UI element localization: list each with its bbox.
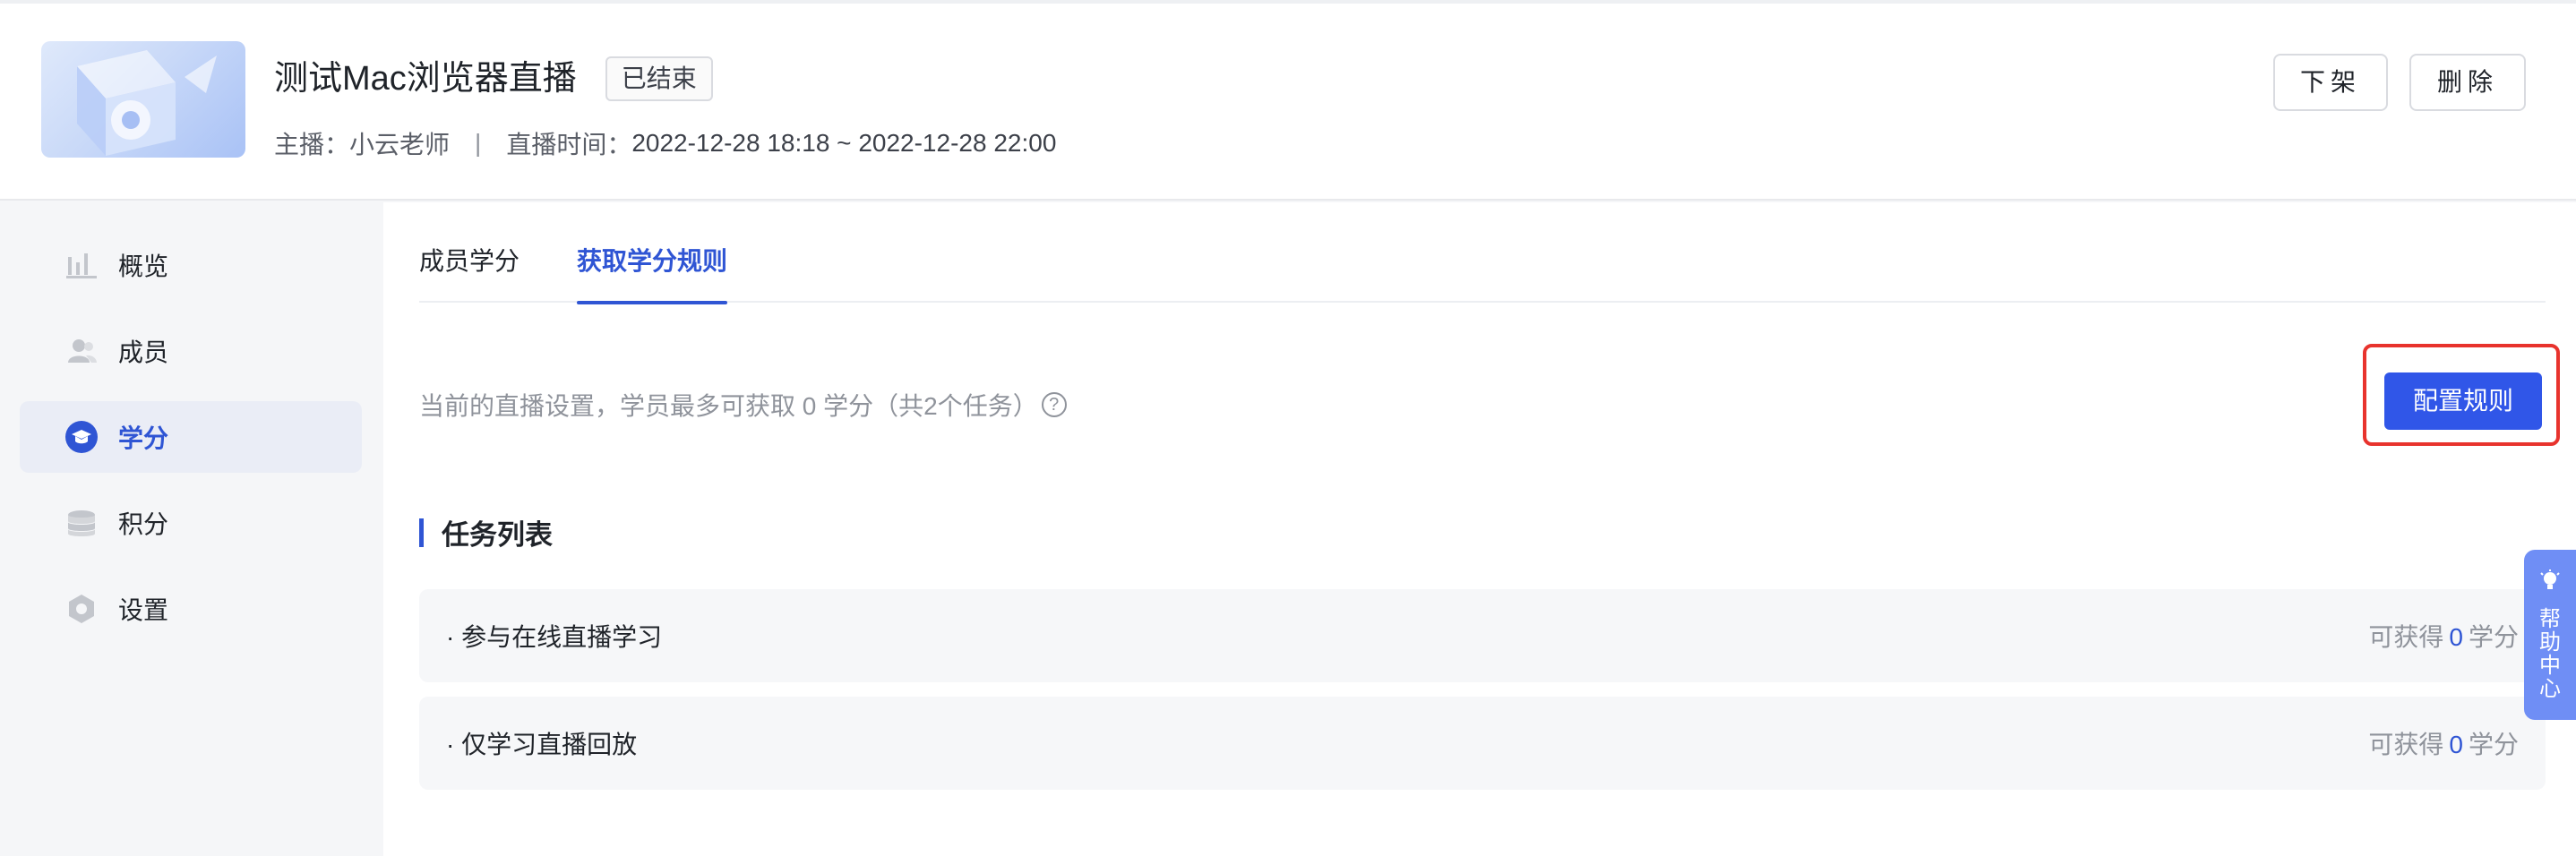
lightbulb-icon [2540,569,2560,597]
live-header: 测试Mac浏览器直播 已结束 主播： 小云老师 | 直播时间： 2022-12-… [0,0,2576,201]
reward-unit: 学分 [2468,731,2519,758]
tab-bar: 成员学分 获取学分规则 [419,202,2546,304]
task-item: · 参与在线直播学习 可获得 0 学分 [419,589,2546,682]
users-icon [64,334,99,368]
host-label: 主播： [274,131,350,158]
task-reward: 可获得 0 学分 [2368,618,2519,654]
sidebar-item-credits[interactable]: 学分 [20,401,362,473]
sidebar-item-overview[interactable]: 概览 [20,229,362,301]
help-center-tab[interactable]: 帮助中心 [2524,550,2576,720]
sidebar-item-label: 成员 [118,338,169,366]
page-title: 测试Mac浏览器直播 [274,60,577,98]
bar-chart-icon [64,248,99,282]
task-reward: 可获得 0 学分 [2368,725,2519,761]
host-name: 小云老师 [349,131,451,158]
heading-accent-bar [419,518,424,547]
task-list-heading: 任务列表 [419,512,553,552]
coin-stack-icon [64,506,99,540]
reward-prefix: 可获得 [2368,731,2444,758]
main-content: 成员学分 获取学分规则 当前的直播设置，学员最多可获取 0 学分（共2个任务） … [383,202,2576,856]
credit-summary-text: 当前的直播设置，学员最多可获取 0 学分（共2个任务） [419,392,1038,420]
delete-button[interactable]: 删除 [2409,54,2526,111]
credit-summary: 当前的直播设置，学员最多可获取 0 学分（共2个任务） ? [419,387,1067,423]
help-center-label: 帮助中心 [2539,607,2561,701]
cover-illustration [77,50,217,156]
task-name: · 仅学习直播回放 [446,731,638,758]
task-item: · 仅学习直播回放 可获得 0 学分 [419,697,2546,790]
sidebar-item-label: 概览 [118,253,169,280]
sidebar-item-members[interactable]: 成员 [20,315,362,387]
live-meta: 主播： 小云老师 | 直播时间： 2022-12-28 18:18 ~ 2022… [274,125,1056,161]
configure-rules-button[interactable]: 配置规则 [2384,372,2542,430]
meta-separator: | [475,129,482,157]
task-name: · 参与在线直播学习 [446,623,663,651]
reward-prefix: 可获得 [2368,623,2444,651]
sidebar: 概览 成员 学分 积分 设置 [0,202,383,856]
sidebar-item-points[interactable]: 积分 [20,487,362,559]
unpublish-button[interactable]: 下架 [2273,54,2388,111]
tab-credit-rules[interactable]: 获取学分规则 [577,242,728,304]
reward-value: 0 [2449,731,2463,758]
sidebar-item-label: 设置 [118,596,169,624]
task-list-title: 任务列表 [442,519,553,551]
live-cover-image [41,41,245,158]
graduation-cap-icon [64,420,99,454]
sidebar-item-settings[interactable]: 设置 [20,573,362,645]
status-badge: 已结束 [605,56,713,101]
gear-icon [64,592,99,626]
sidebar-item-label: 积分 [118,510,169,538]
sidebar-item-label: 学分 [118,424,169,452]
reward-value: 0 [2449,623,2463,651]
time-value: 2022-12-28 18:18 ~ 2022-12-28 22:00 [631,129,1057,157]
time-label: 直播时间： [506,131,632,158]
reward-unit: 学分 [2468,623,2519,651]
question-icon[interactable]: ? [1041,392,1067,417]
tab-member-credits[interactable]: 成员学分 [419,242,519,303]
